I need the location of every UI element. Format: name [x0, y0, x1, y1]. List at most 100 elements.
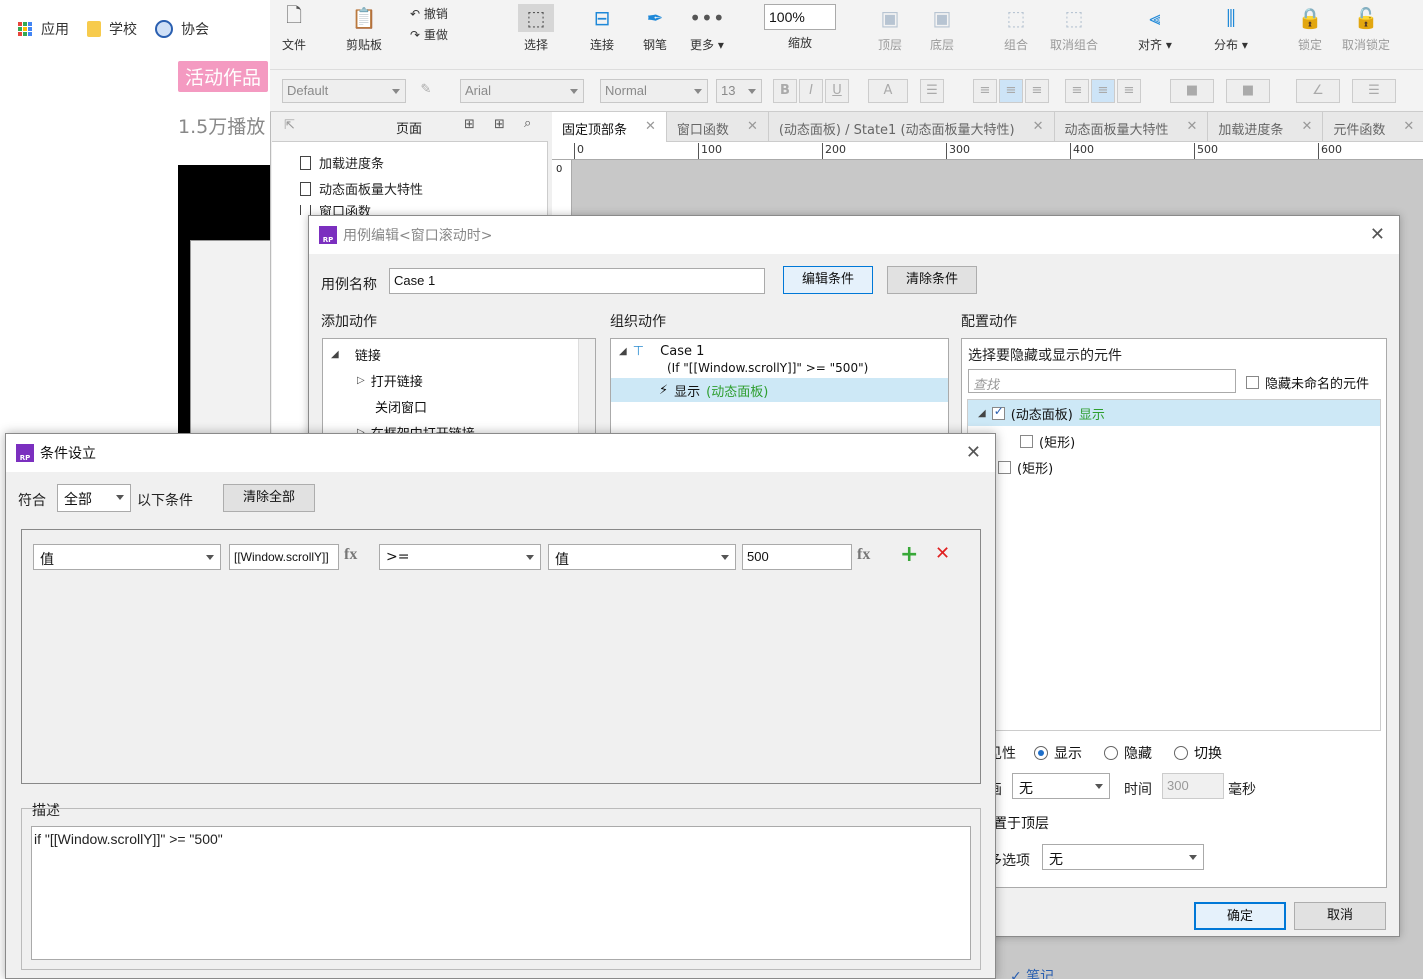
checkbox-icon[interactable]: [991, 404, 1005, 420]
clipboard-button[interactable]: 📋 剪贴板: [346, 4, 382, 53]
undo-button[interactable]: ↶ 撤销: [410, 4, 448, 25]
hide-unnamed-checkbox[interactable]: 隐藏未命名的元件: [1246, 373, 1369, 392]
align-right-button[interactable]: ≡: [1025, 79, 1049, 103]
clear-condition-button[interactable]: 清除条件: [887, 266, 977, 294]
page-item[interactable]: 窗口函数: [300, 205, 371, 215]
left-type-select[interactable]: 值: [33, 544, 221, 570]
line-style-button[interactable]: ☰: [1352, 79, 1396, 103]
line-color-button[interactable]: ∠: [1296, 79, 1340, 103]
tree-node-close-window[interactable]: 关闭窗口: [375, 397, 427, 416]
style-select[interactable]: Default: [282, 79, 406, 103]
style-edit-icon[interactable]: ✎: [414, 79, 438, 103]
radio-hide[interactable]: 隐藏: [1104, 743, 1152, 763]
underline-button[interactable]: U: [825, 79, 849, 103]
valign-top-button[interactable]: ≡: [1065, 79, 1089, 103]
delete-condition-icon[interactable]: ✕: [935, 543, 950, 564]
left-value-input[interactable]: [[Window.scrollY]]: [229, 544, 339, 570]
align-center-button[interactable]: ≡: [999, 79, 1023, 103]
italic-button[interactable]: I: [799, 79, 823, 103]
action-node-show[interactable]: ⚡ 显示 (动态面板): [611, 378, 948, 402]
bookmark-school[interactable]: 学校: [87, 19, 137, 39]
collapse-icon[interactable]: ⇱: [284, 118, 295, 133]
align-left-button[interactable]: ≡: [973, 79, 997, 103]
distribute-button[interactable]: ⫼ 分布 ▾: [1214, 4, 1248, 53]
group-button[interactable]: ⬚ 组合: [1004, 4, 1028, 53]
description-text[interactable]: if "[[Window.scrollY]]" >= "500": [31, 826, 971, 960]
close-icon[interactable]: ✕: [1033, 119, 1044, 135]
widget-search-input[interactable]: 查找: [968, 369, 1236, 393]
scrollbar[interactable]: [578, 339, 595, 437]
close-icon[interactable]: ✕: [966, 442, 981, 463]
valign-bottom-button[interactable]: ≡: [1117, 79, 1141, 103]
widget-row-rectangle[interactable]: (矩形): [998, 458, 1053, 477]
tab-widget-functions[interactable]: 元件函数 ✕: [1323, 112, 1423, 142]
match-select[interactable]: 全部: [57, 484, 131, 512]
align-button[interactable]: ⫷ 对齐 ▾: [1138, 4, 1172, 53]
radio-toggle[interactable]: 切换: [1174, 743, 1222, 763]
tree-node-open-link[interactable]: ▷ 打开链接: [357, 371, 423, 390]
tree-node-link[interactable]: ◢ 链接: [331, 345, 381, 364]
font-color-button[interactable]: A: [868, 79, 908, 103]
lock-button[interactable]: 🔒 锁定: [1298, 4, 1323, 53]
close-icon[interactable]: ✕: [1187, 119, 1198, 135]
more-options-select[interactable]: 无: [1042, 844, 1204, 870]
connect-button[interactable]: ⊟ 连接: [590, 4, 614, 53]
pen-button[interactable]: ✒ 钢笔: [643, 4, 667, 53]
page-item[interactable]: 加载进度条: [300, 153, 384, 172]
bottom-button[interactable]: ▣ 底层: [930, 4, 954, 53]
add-folder-icon[interactable]: ⊞: [494, 117, 505, 132]
top-button[interactable]: ▣ 顶层: [878, 4, 902, 53]
case-node[interactable]: ◢ ⊤ Case 1: [619, 344, 704, 359]
close-icon[interactable]: ✕: [1301, 119, 1312, 135]
close-icon[interactable]: ✕: [645, 119, 656, 135]
radio-show[interactable]: 显示: [1034, 743, 1082, 763]
close-icon[interactable]: ✕: [1403, 119, 1414, 135]
valign-middle-button[interactable]: ≡: [1091, 79, 1115, 103]
fill-color-button[interactable]: ■: [1170, 79, 1214, 103]
tab-dynamic-panel-state[interactable]: (动态面板) / State1 (动态面板量大特性) ✕: [769, 112, 1055, 142]
right-value-input[interactable]: 500: [742, 544, 852, 570]
widget-row-dynamic-panel[interactable]: ◢(动态面板)显示: [968, 400, 1380, 426]
tab-window-functions[interactable]: 窗口函数 ✕: [667, 112, 769, 142]
bold-button[interactable]: B: [773, 79, 797, 103]
case-name-input[interactable]: Case 1: [389, 268, 765, 294]
close-icon[interactable]: ✕: [747, 119, 758, 135]
size-select[interactable]: 13: [716, 79, 762, 103]
clear-all-button[interactable]: 清除全部: [223, 484, 315, 512]
checkbox-icon[interactable]: [1020, 435, 1033, 448]
redo-button[interactable]: ↷ 重做: [410, 25, 448, 46]
tab-dynamic-panel-features[interactable]: 动态面板量大特性 ✕: [1055, 112, 1209, 142]
unlock-button[interactable]: 🔓 取消锁定: [1342, 4, 1390, 53]
bullet-list-button[interactable]: ☰: [920, 79, 944, 103]
search-icon[interactable]: ⌕: [524, 116, 531, 131]
more-button[interactable]: ••• 更多 ▾: [689, 4, 724, 53]
ok-button[interactable]: 确定: [1194, 902, 1286, 930]
bookmark-association[interactable]: 协会: [155, 19, 209, 39]
zoom-select[interactable]: 100%: [764, 4, 836, 30]
close-icon[interactable]: ✕: [1370, 224, 1385, 245]
add-page-icon[interactable]: ⊞: [464, 117, 475, 132]
page-item[interactable]: 动态面板量大特性: [300, 179, 423, 198]
font-select[interactable]: Arial: [460, 79, 584, 103]
operator-select[interactable]: >=: [379, 544, 541, 570]
ungroup-button[interactable]: ⬚ 取消组合: [1050, 4, 1098, 53]
tab-fixed-top-bar[interactable]: 固定顶部条 ✕: [552, 112, 667, 142]
fx-icon[interactable]: fx: [857, 546, 870, 564]
animation-select[interactable]: 无: [1012, 773, 1110, 799]
select-button[interactable]: ⬚ 选择: [496, 4, 576, 53]
fx-icon[interactable]: fx: [344, 546, 357, 564]
weight-select[interactable]: Normal: [600, 79, 708, 103]
bookmark-apps[interactable]: 应用: [18, 19, 69, 39]
file-button[interactable]: 🗋 文件: [282, 3, 306, 53]
notes-tab[interactable]: ✓ 笔记: [1010, 966, 1054, 979]
shadow-button[interactable]: ■: [1226, 79, 1270, 103]
time-input[interactable]: 300: [1162, 773, 1224, 799]
cancel-button[interactable]: 取消: [1294, 902, 1386, 930]
tab-progress-bar[interactable]: 加载进度条 ✕: [1208, 112, 1324, 142]
widget-row-rectangle[interactable]: (矩形): [1020, 432, 1075, 451]
right-type-select[interactable]: 值: [548, 544, 736, 570]
add-condition-icon[interactable]: +: [900, 542, 918, 567]
checkbox-icon[interactable]: [998, 461, 1011, 474]
activity-tag[interactable]: 活动作品: [178, 61, 269, 92]
edit-condition-button[interactable]: 编辑条件: [783, 266, 873, 294]
